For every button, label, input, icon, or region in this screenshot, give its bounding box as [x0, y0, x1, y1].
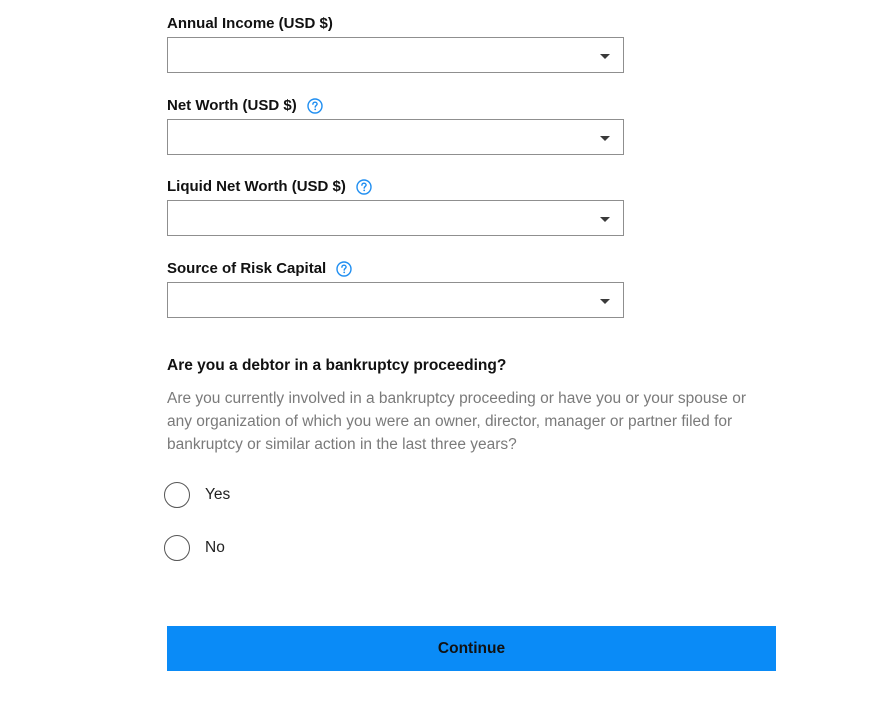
caret-down-icon	[600, 217, 610, 222]
continue-button[interactable]: Continue	[167, 626, 776, 671]
radio-button-no[interactable]	[164, 535, 190, 561]
question-circle-icon[interactable]	[336, 260, 352, 277]
liquid-net-worth-select[interactable]	[167, 200, 624, 236]
caret-down-icon	[600, 136, 610, 141]
liquid-net-worth-label: Liquid Net Worth (USD $)	[167, 178, 372, 195]
radio-option-yes[interactable]: Yes	[164, 482, 230, 508]
radio-option-no[interactable]: No	[164, 535, 225, 561]
net-worth-label-text: Net Worth (USD $)	[167, 97, 297, 114]
net-worth-select[interactable]	[167, 119, 624, 155]
question-circle-icon[interactable]	[307, 97, 323, 114]
radio-label-yes: Yes	[205, 486, 231, 503]
bankruptcy-description: Are you currently involved in a bankrupt…	[167, 390, 746, 453]
radio-label-no: No	[205, 539, 225, 556]
question-circle-icon[interactable]	[356, 178, 372, 195]
annual-income-label-text: Annual Income (USD $)	[167, 15, 333, 32]
net-worth-label: Net Worth (USD $)	[167, 97, 323, 114]
source-of-risk-capital-label-text: Source of Risk Capital	[167, 260, 327, 277]
annual-income-label: Annual Income (USD $)	[167, 15, 333, 32]
radio-button-yes[interactable]	[164, 482, 190, 508]
source-of-risk-capital-label: Source of Risk Capital	[167, 260, 352, 277]
caret-down-icon	[600, 54, 610, 59]
caret-down-icon	[600, 299, 610, 304]
annual-income-select[interactable]	[167, 37, 624, 73]
liquid-net-worth-label-text: Liquid Net Worth (USD $)	[167, 178, 346, 195]
source-of-risk-capital-select[interactable]	[167, 282, 624, 318]
bankruptcy-question: Are you a debtor in a bankruptcy proceed…	[167, 357, 507, 374]
